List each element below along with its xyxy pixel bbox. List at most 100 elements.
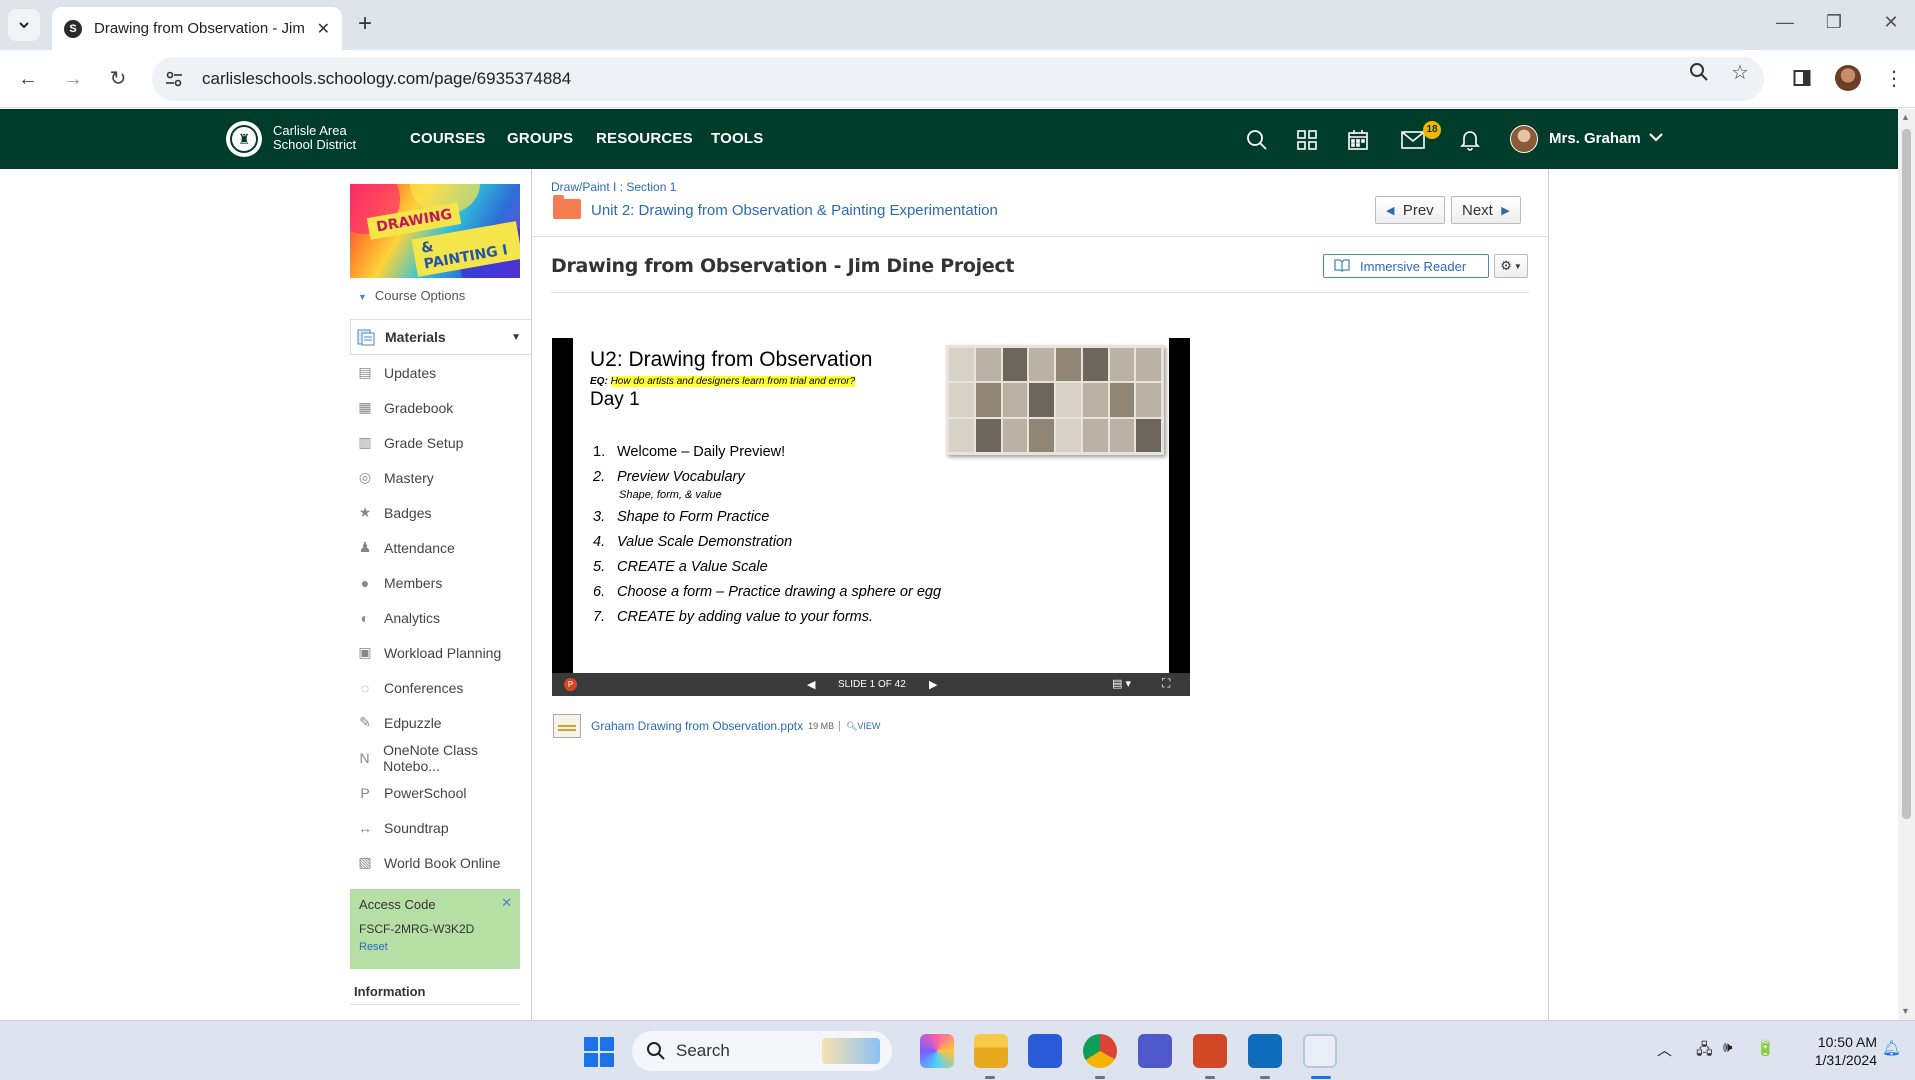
close-tab-icon[interactable]: ✕ (317, 19, 330, 39)
nav-resources[interactable]: RESOURCES (596, 109, 693, 169)
edpuzzle-icon: ✎ (359, 714, 371, 730)
fullscreen-icon[interactable]: ⛶ (1162, 676, 1170, 691)
page-scrollbar[interactable]: ▲ ▼ (1898, 109, 1915, 1020)
taskbar-search[interactable]: Search (632, 1031, 892, 1071)
close-icon[interactable]: ✕ (501, 895, 512, 911)
notes-menu-icon[interactable]: ▤ ▾ (1112, 677, 1131, 690)
windows-start-icon[interactable] (584, 1037, 614, 1067)
settings-gear-button[interactable]: ⚙ ▼ (1494, 254, 1528, 278)
search-icon[interactable] (1243, 126, 1271, 154)
immersive-reader-icon (1334, 258, 1350, 275)
chrome-icon[interactable] (1083, 1034, 1117, 1068)
reload-icon[interactable]: ↻ (103, 64, 133, 94)
outlook-icon[interactable] (1248, 1034, 1282, 1068)
sidebar-item-edpuzzle[interactable]: ✎ Edpuzzle (350, 705, 531, 740)
sidebar-item-badges[interactable]: ★ Badges (350, 495, 531, 530)
next-slide-icon[interactable]: ▶ (929, 678, 937, 691)
sidebar-item-label: Analytics (384, 609, 441, 626)
file-explorer-icon[interactable] (974, 1034, 1008, 1068)
sidebar-item-analytics[interactable]: ◐ Analytics (350, 600, 531, 635)
restore-icon[interactable]: ❐ (1819, 12, 1849, 33)
user-avatar[interactable] (1510, 125, 1538, 153)
nav-groups[interactable]: GROUPS (507, 109, 573, 169)
slide-essential-question: EQ: How do artists and designers learn f… (590, 376, 856, 387)
user-menu-chevron-icon[interactable] (1648, 129, 1664, 150)
slide-agenda-list: 1. Welcome – Daily Preview! 2. Preview Voc… (593, 444, 941, 634)
sidebar-item-materials[interactable]: Materials ▼ (350, 319, 531, 355)
sidebar-item-updates[interactable]: ▤ Updates (350, 355, 531, 390)
scroll-up-icon[interactable]: ▲ (1901, 112, 1910, 122)
nav-courses[interactable]: COURSES (410, 109, 486, 169)
sidebar-item-powerschool[interactable]: P PowerSchool (350, 775, 531, 810)
conferences-icon: ◌ (360, 679, 370, 696)
sidebar-item-members[interactable]: ● Members (350, 565, 531, 600)
search-highlight-image (822, 1038, 880, 1064)
address-bar[interactable]: carlisleschools.schoology.com/page/69353… (152, 57, 1764, 101)
battery-icon[interactable]: 🔋 (1756, 1039, 1775, 1057)
snipping-tool-icon[interactable] (1303, 1034, 1337, 1068)
user-name[interactable]: Mrs. Graham (1549, 109, 1641, 169)
prev-button[interactable]: ◀ Prev (1375, 196, 1445, 224)
breadcrumb[interactable]: Draw/Paint I : Section 1 (551, 180, 676, 194)
sidebar-item-grade-setup[interactable]: ▥ Grade Setup (350, 425, 531, 460)
dropdown-caret-icon[interactable]: ▼ (511, 332, 521, 343)
view-link[interactable]: 🔍︎VIEW (846, 721, 880, 732)
scroll-down-icon[interactable]: ▼ (1901, 1006, 1910, 1016)
sidebar-item-workload-planning[interactable]: ▣ Workload Planning (350, 635, 531, 670)
course-options-toggle[interactable]: ▼ Course Options (358, 288, 465, 303)
notification-bell-icon[interactable]: 🔔︎ (1882, 1039, 1901, 1057)
next-button[interactable]: Next ▶ (1451, 196, 1521, 224)
unit-folder-link[interactable]: Unit 2: Drawing from Observation & Paint… (591, 202, 998, 219)
sidebar-item-attendance[interactable]: ♟ Attendance (350, 530, 531, 565)
browser-toolbar: ← → ↻ carlisleschools.schoology.com/page… (0, 50, 1915, 108)
site-info-icon[interactable] (164, 69, 184, 89)
page-title: Drawing from Observation - Jim Dine Proj… (551, 255, 1015, 277)
tray-chevron-icon[interactable]: ︿ (1657, 1039, 1672, 1060)
side-panel-icon[interactable] (1788, 64, 1816, 92)
grade-setup-icon: ▥ (358, 434, 372, 450)
powerpoint-app-icon[interactable] (1193, 1034, 1227, 1068)
tab-search-button[interactable] (8, 9, 40, 41)
microsoft-store-icon[interactable] (1028, 1034, 1062, 1068)
browser-tab[interactable]: S Drawing from Observation - Jim ✕ (52, 7, 342, 50)
close-window-icon[interactable]: ✕ (1876, 12, 1906, 33)
gear-icon: ⚙ (1500, 258, 1512, 273)
sidebar-item-label: Attendance (384, 539, 455, 556)
profile-avatar[interactable] (1834, 64, 1862, 92)
district-logo[interactable]: ♜ (226, 121, 262, 157)
teams-icon[interactable] (1138, 1034, 1172, 1068)
schoology-favicon-icon: S (64, 19, 82, 38)
scroll-thumb[interactable] (1902, 129, 1911, 819)
system-clock[interactable]: 10:50 AM 1/31/2024 (1797, 1033, 1877, 1069)
volume-icon[interactable]: 🕪 (1723, 1039, 1732, 1056)
previous-slide-icon[interactable]: ◀ (807, 678, 815, 691)
attachment-link[interactable]: Graham Drawing from Observation.pptx (591, 719, 803, 733)
network-icon[interactable]: 🖧 (1696, 1039, 1713, 1064)
divider (350, 1004, 520, 1005)
sidebar-item-world-book-online[interactable]: ▧ World Book Online (350, 845, 531, 880)
nav-tools[interactable]: TOOLS (711, 109, 763, 169)
forward-icon[interactable]: → (58, 64, 88, 94)
sidebar-item-soundtrap[interactable]: ↔ Soundtrap (350, 810, 531, 845)
zoom-icon[interactable] (1685, 58, 1713, 86)
menu-dots-icon[interactable]: ⋮ (1880, 64, 1908, 92)
back-icon[interactable]: ← (13, 64, 43, 94)
windows-taskbar: Search ︿ 🖧 🕪 🔋 10:50 AM 1/31/2024 🔔︎ (0, 1020, 1915, 1080)
sidebar-item-mastery[interactable]: ◎ Mastery (350, 460, 531, 495)
running-indicator (985, 1076, 995, 1079)
immersive-reader-button[interactable]: Immersive Reader (1323, 254, 1489, 278)
district-name[interactable]: Carlisle Area School District (273, 124, 356, 152)
minimize-icon[interactable]: — (1770, 12, 1800, 33)
apps-grid-icon[interactable] (1293, 126, 1321, 154)
bookmark-star-icon[interactable]: ☆ (1726, 58, 1754, 86)
course-image[interactable]: DRAWING & PAINTING I (350, 184, 520, 278)
notifications-bell-icon[interactable] (1456, 126, 1484, 154)
copilot-icon[interactable] (920, 1034, 954, 1068)
presentation-viewer[interactable]: U2: Drawing from Observation EQ: How do … (552, 338, 1190, 696)
sidebar-item-onenote-class-notebo[interactable]: N OneNote Class Notebo... (350, 740, 531, 775)
sidebar-item-conferences[interactable]: ◌ Conferences (350, 670, 531, 705)
new-tab-button[interactable]: + (352, 12, 378, 38)
sidebar-item-gradebook[interactable]: ▦ Gradebook (350, 390, 531, 425)
access-code-reset-link[interactable]: Reset (359, 941, 511, 953)
calendar-icon[interactable] (1344, 126, 1372, 154)
